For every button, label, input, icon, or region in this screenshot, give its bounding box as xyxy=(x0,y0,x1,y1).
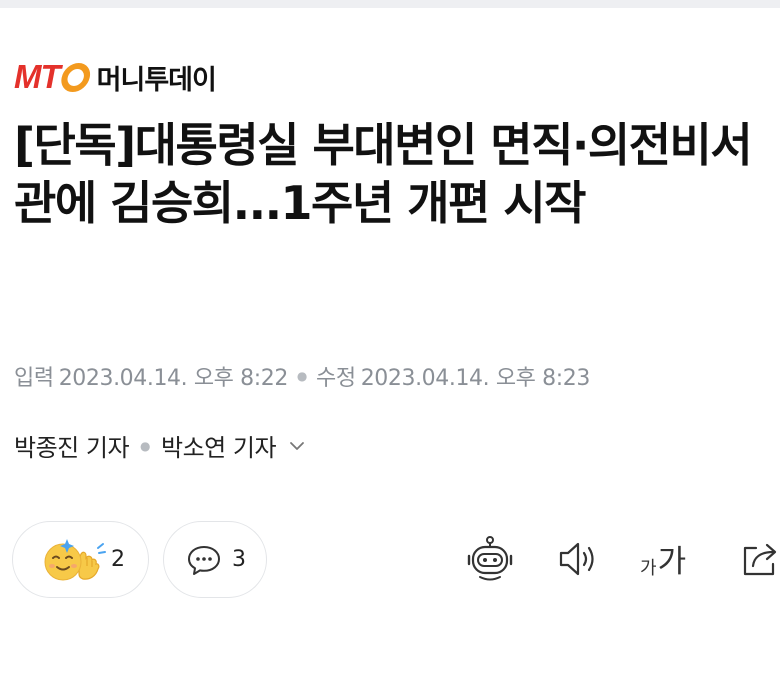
brand-logo-mt: MT xyxy=(14,58,61,95)
edit-label: 수정 xyxy=(316,366,356,391)
reaction-count: 2 xyxy=(111,547,125,572)
font-size-small-label: 가 xyxy=(640,558,657,579)
input-time: 2023.04.14. 오후 8:22 xyxy=(58,366,289,391)
brand-logo[interactable]: MT 머니투데이 xyxy=(14,58,217,96)
robot-summary-icon[interactable] xyxy=(465,536,515,584)
comment-button[interactable]: 3 xyxy=(163,521,267,598)
article-headline: [단독]대통령실 부대변인 면직·의전비서관에 김승희...1주년 개편 시작 xyxy=(14,118,753,230)
top-band xyxy=(0,0,780,8)
input-label: 입력 xyxy=(14,366,54,391)
font-size-big-label: 가 xyxy=(657,544,687,580)
chevron-down-icon[interactable] xyxy=(288,437,306,455)
separator-dot: ● xyxy=(140,438,151,453)
reporter-list[interactable]: 박종진 기자 ● 박소연 기자 xyxy=(14,428,306,463)
comment-bubble-icon xyxy=(188,545,220,575)
font-size-button[interactable]: 가 가 xyxy=(640,540,686,580)
share-icon[interactable] xyxy=(740,536,780,580)
edit-time: 2023.04.14. 오후 8:23 xyxy=(360,366,591,391)
article-dates: 입력 2023.04.14. 오후 8:22 ● 수정 2023.04.14. … xyxy=(14,360,590,392)
comment-count: 3 xyxy=(232,547,246,572)
reporter-name[interactable]: 박소연 기자 xyxy=(161,428,277,463)
reporter-name[interactable]: 박종진 기자 xyxy=(14,428,130,463)
speaker-icon[interactable] xyxy=(555,536,601,582)
brand-logo-o-icon xyxy=(61,63,90,92)
reaction-button[interactable]: 2 xyxy=(12,521,149,598)
reaction-emoji-icon xyxy=(44,538,106,580)
separator-dot: ● xyxy=(296,369,307,383)
brand-name: 머니투데이 xyxy=(96,64,217,96)
